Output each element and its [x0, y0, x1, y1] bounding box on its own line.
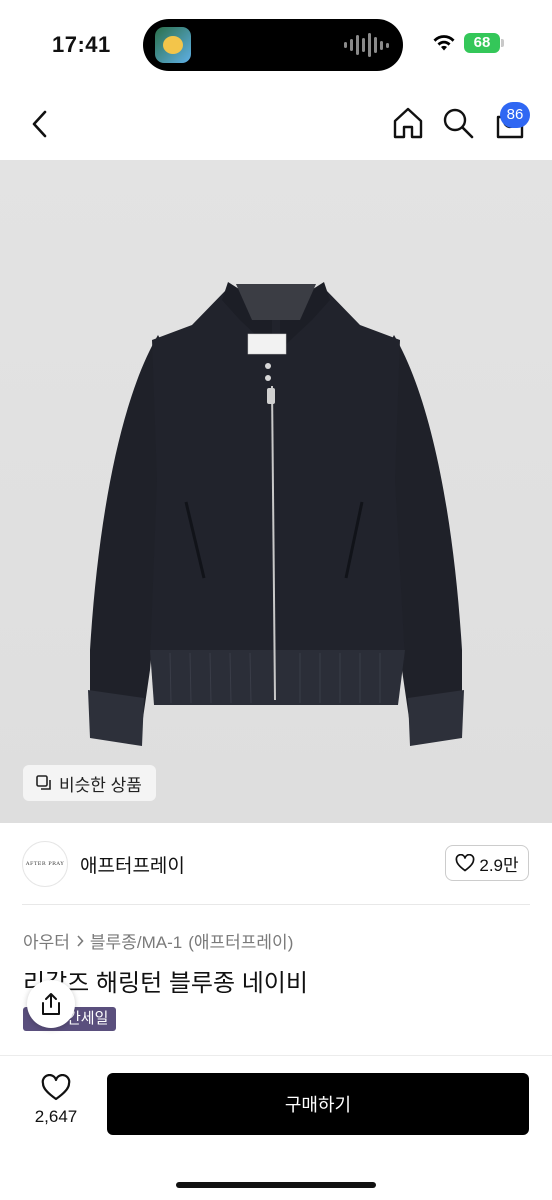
- heart-outline-icon: [455, 854, 475, 872]
- wishlist-count: 2,647: [34, 1107, 78, 1126]
- similar-products-button[interactable]: 비슷한 상품: [23, 765, 156, 801]
- seller-row[interactable]: AFTER PRAY 애프터프레이 2.9만: [0, 823, 552, 905]
- breadcrumb-category[interactable]: 블루종/MA-1: [90, 928, 182, 953]
- seller-avatar[interactable]: AFTER PRAY: [22, 841, 68, 887]
- battery-indicator: 68: [464, 33, 500, 53]
- buy-button[interactable]: 구매하기: [107, 1073, 529, 1135]
- status-bar: 17:41 68: [0, 0, 552, 90]
- product-image[interactable]: [0, 160, 552, 823]
- home-icon: [393, 107, 423, 139]
- divider: [0, 1055, 552, 1056]
- podcast-app-icon: [155, 27, 191, 63]
- chevron-left-icon: [32, 110, 47, 138]
- search-button[interactable]: [440, 105, 476, 141]
- chevron-right-icon: [77, 934, 84, 947]
- status-time: 17:41: [52, 32, 111, 57]
- breadcrumb-brand[interactable]: (애프터프레이): [188, 928, 293, 953]
- nav-bar: [0, 90, 552, 160]
- share-icon: [42, 993, 60, 1015]
- divider: [22, 904, 530, 905]
- breadcrumb: 아우터 블루종/MA-1 (애프터프레이): [23, 928, 293, 953]
- seller-name[interactable]: 애프터프레이: [80, 851, 185, 878]
- shop-like-count: 2.9만: [479, 855, 519, 875]
- jacket-image: [88, 282, 464, 746]
- battery-cap: [501, 39, 504, 47]
- seller-avatar-text: AFTER PRAY: [25, 861, 65, 867]
- wifi-icon: [433, 35, 455, 51]
- breadcrumb-outer[interactable]: 아우터: [23, 928, 70, 953]
- dynamic-island[interactable]: [143, 19, 403, 71]
- home-indicator[interactable]: [176, 1182, 376, 1188]
- copy-icon: [36, 775, 51, 790]
- search-icon: [443, 108, 474, 139]
- audio-waveform-icon: [344, 33, 389, 57]
- similar-products-label: 비슷한 상품: [59, 775, 142, 795]
- back-button[interactable]: [24, 106, 56, 142]
- share-button[interactable]: [27, 980, 75, 1028]
- heart-outline-icon: [41, 1074, 71, 1101]
- cart-count-badge: 86: [500, 102, 530, 128]
- shop-like-button[interactable]: 2.9만: [445, 845, 529, 881]
- home-button[interactable]: [390, 105, 426, 141]
- wishlist-button[interactable]: 2,647: [22, 1074, 90, 1127]
